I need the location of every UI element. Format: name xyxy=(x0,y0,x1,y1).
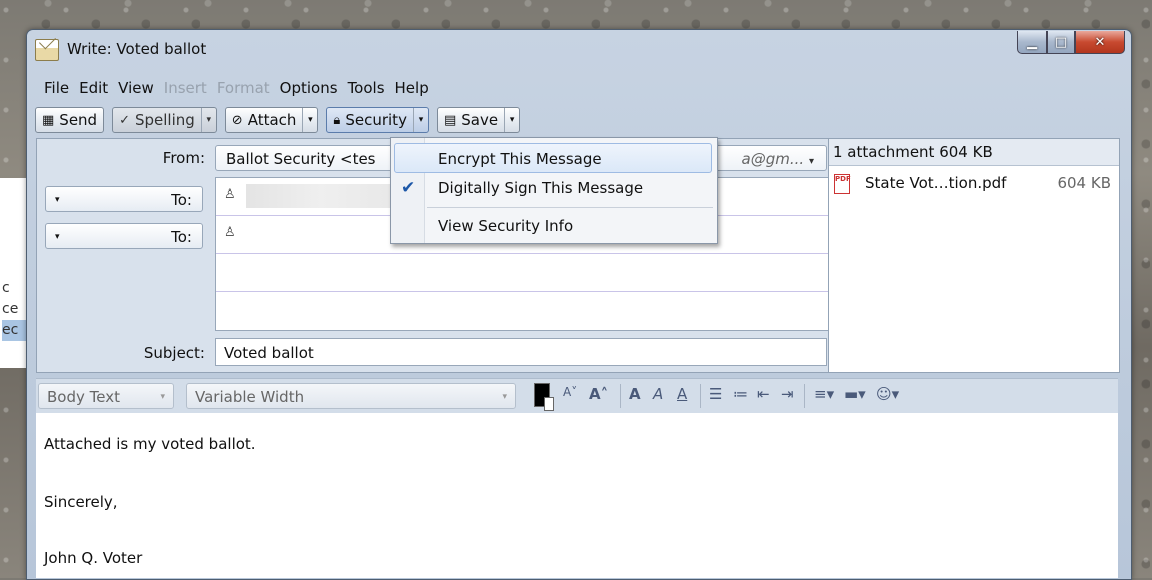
message-body[interactable]: Attached is my voted ballot. Sincerely, … xyxy=(36,413,1118,578)
recipient-type-select[interactable]: ▾ To: xyxy=(45,186,203,212)
menu-item-label: Encrypt This Message xyxy=(438,150,602,168)
numbered-list-icon[interactable]: ≔ xyxy=(733,385,748,403)
subject-input[interactable]: Voted ballot xyxy=(215,338,827,366)
menu-item-label: Digitally Sign This Message xyxy=(438,179,644,197)
spelling-button[interactable]: ✓ Spelling ▾ xyxy=(112,107,217,133)
checkmark-icon: ✔ xyxy=(401,178,416,198)
chevron-down-icon: ▾ xyxy=(808,156,814,167)
format-toolbar: Body Text ▾ Variable Width ▾ A˅ A˄ A A A… xyxy=(36,378,1118,413)
chevron-down-icon[interactable]: ▾ xyxy=(412,108,428,132)
separator xyxy=(620,384,621,408)
person-icon: ♙ xyxy=(224,187,236,202)
chevron-down-icon[interactable]: ▾ xyxy=(504,108,519,132)
insert-icon[interactable]: ▬▾ xyxy=(844,385,866,403)
indent-icon[interactable]: ⇥ xyxy=(781,385,794,403)
menu-view[interactable]: View xyxy=(113,77,159,99)
menu-insert[interactable]: Insert xyxy=(159,77,212,99)
security-button[interactable]: 🔒︎ Security ▾ xyxy=(326,107,429,133)
attachment-name: State Vot…tion.pdf xyxy=(865,174,1007,192)
attachment-size: 604 KB xyxy=(1057,174,1111,192)
save-label: Save xyxy=(461,111,499,129)
compose-toolbar: ▦ Send ✓ Spelling ▾ ⊘ Attach ▾ 🔒︎ Securi… xyxy=(35,106,521,134)
paragraph-style-value: Body Text xyxy=(47,388,120,406)
security-label: Security xyxy=(345,111,407,129)
attachment-summary: 1 attachment 604 KB xyxy=(829,139,1119,166)
font-select[interactable]: Variable Width ▾ xyxy=(186,383,516,409)
chevron-down-icon[interactable]: ▾ xyxy=(200,108,216,132)
menu-item-digitally-sign[interactable]: ✔ Digitally Sign This Message xyxy=(391,173,717,203)
recipient-row-empty[interactable] xyxy=(216,292,828,329)
menu-item-view-security-info[interactable]: View Security Info xyxy=(391,211,717,241)
pdf-icon: PDF xyxy=(834,174,851,194)
to-label: To: xyxy=(171,228,192,246)
menu-tools[interactable]: Tools xyxy=(343,77,390,99)
window-title: Write: Voted ballot xyxy=(67,40,207,58)
larger-text-icon[interactable]: A˄ xyxy=(589,385,608,403)
menu-edit[interactable]: Edit xyxy=(74,77,113,99)
bold-icon[interactable]: A xyxy=(629,385,641,403)
outdent-icon[interactable]: ⇤ xyxy=(757,385,770,403)
recipient-address-redacted xyxy=(246,184,396,208)
font-value: Variable Width xyxy=(195,388,305,406)
paperclip-icon: ⊘ xyxy=(231,112,243,128)
minimize-icon: ▁ xyxy=(1027,34,1037,50)
menu-separator xyxy=(427,207,713,208)
body-line: Sincerely, xyxy=(44,493,118,511)
lock-icon: 🔒︎ xyxy=(333,112,341,128)
save-button[interactable]: ▤ Save ▾ xyxy=(436,107,521,133)
title-bar[interactable]: Write: Voted ballot ▁ □ ✕ xyxy=(27,30,1131,70)
maximize-button[interactable]: □ xyxy=(1047,31,1075,54)
separator xyxy=(804,384,805,408)
recipient-type-select[interactable]: ▾ To: xyxy=(45,223,203,249)
close-button[interactable]: ✕ xyxy=(1075,31,1125,54)
close-icon: ✕ xyxy=(1094,34,1106,50)
separator xyxy=(700,384,701,408)
menu-format[interactable]: Format xyxy=(212,77,275,99)
chevron-down-icon: ▾ xyxy=(55,195,60,205)
attachment-pane: 1 attachment 604 KB PDF State Vot…tion.p… xyxy=(828,138,1120,373)
menu-item-encrypt[interactable]: Encrypt This Message xyxy=(394,143,712,173)
send-label: Send xyxy=(59,111,98,129)
align-icon[interactable]: ≡▾ xyxy=(814,385,834,403)
security-menu: Encrypt This Message ✔ Digitally Sign Th… xyxy=(390,137,718,244)
maximize-icon: □ xyxy=(1054,34,1068,50)
underline-icon[interactable]: A xyxy=(677,385,687,403)
chevron-down-icon: ▾ xyxy=(160,392,165,402)
attach-button[interactable]: ⊘ Attach ▾ xyxy=(224,107,319,133)
bullet-list-icon[interactable]: ☰ xyxy=(709,385,722,403)
send-icon: ▦ xyxy=(42,112,55,128)
body-line: John Q. Voter xyxy=(44,549,143,567)
recipient-row-empty[interactable] xyxy=(216,254,828,292)
paragraph-style-select[interactable]: Body Text ▾ xyxy=(38,383,174,409)
menu-file[interactable]: File xyxy=(39,77,74,99)
smaller-text-icon[interactable]: A˅ xyxy=(563,385,577,399)
to-label: To: xyxy=(171,191,192,209)
send-button[interactable]: ▦ Send xyxy=(35,107,105,133)
menu-bar: File Edit View Insert Format Options Too… xyxy=(39,77,434,99)
smiley-icon[interactable]: ☺▾ xyxy=(876,385,899,403)
italic-icon[interactable]: A xyxy=(653,385,663,403)
checkmark-icon: ✓ xyxy=(119,112,130,128)
body-line: Attached is my voted ballot. xyxy=(44,435,256,453)
minimize-button[interactable]: ▁ xyxy=(1017,31,1047,54)
from-value: Ballot Security <tes xyxy=(226,150,376,168)
menu-item-label: View Security Info xyxy=(438,217,574,235)
from-value-tail: a@gm... xyxy=(741,150,805,168)
chevron-down-icon: ▾ xyxy=(55,232,60,242)
menu-help[interactable]: Help xyxy=(390,77,434,99)
attach-label: Attach xyxy=(247,111,297,129)
subject-label: Subject: xyxy=(143,344,205,362)
envelope-icon xyxy=(35,39,59,61)
floppy-disk-icon: ▤ xyxy=(443,112,457,128)
spelling-label: Spelling xyxy=(134,111,195,129)
chevron-down-icon[interactable]: ▾ xyxy=(302,108,317,132)
chevron-down-icon: ▾ xyxy=(502,392,507,402)
attachment-item[interactable]: PDF State Vot…tion.pdf 604 KB xyxy=(829,170,1119,196)
background-color-swatch[interactable] xyxy=(544,397,554,411)
menu-options[interactable]: Options xyxy=(275,77,343,99)
from-label: From: xyxy=(162,149,205,167)
person-icon: ♙ xyxy=(224,225,236,240)
